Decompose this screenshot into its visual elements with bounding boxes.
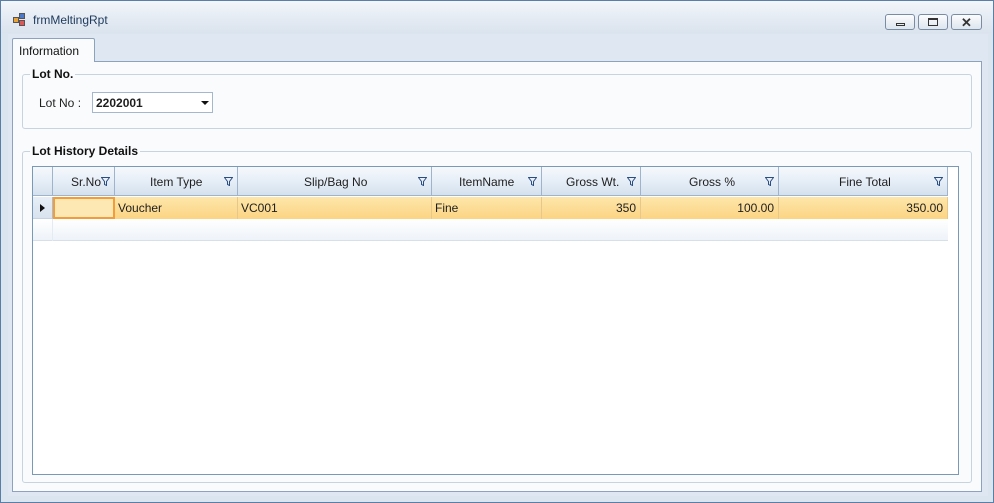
row-indicator-icon — [40, 204, 45, 212]
column-header-item-type[interactable]: Item Type — [115, 167, 238, 196]
melting-report-window: frmMeltingRpt ✕ Information Lot No. Lot … — [0, 0, 994, 503]
column-header-gross-wt[interactable]: Gross Wt. — [542, 167, 641, 196]
column-header-label: Gross % — [689, 175, 736, 189]
cell-gross-wt[interactable]: 350 — [542, 197, 641, 219]
filter-icon[interactable] — [934, 177, 943, 186]
cell-item-name[interactable]: Fine — [432, 197, 542, 219]
filter-icon[interactable] — [418, 177, 427, 186]
column-header-label: ItemName — [459, 175, 515, 189]
cell-sr-no[interactable] — [53, 197, 115, 219]
cell-gross-pct[interactable]: 100.00 — [641, 197, 779, 219]
close-icon: ✕ — [961, 14, 972, 30]
cell-fine-total[interactable]: 350.00 — [779, 197, 948, 219]
tab-information[interactable]: Information — [12, 38, 95, 62]
filter-icon[interactable] — [528, 177, 537, 186]
cell-text: 350.00 — [906, 201, 943, 215]
new-row-cells[interactable] — [53, 219, 948, 241]
minimize-icon — [895, 23, 905, 26]
cell-text: VC001 — [241, 201, 278, 215]
column-header-label: Fine Total — [839, 175, 891, 189]
close-button[interactable]: ✕ — [951, 14, 982, 30]
filter-icon[interactable] — [224, 177, 233, 186]
tab-information-label: Information — [19, 44, 80, 58]
lot-history-grid[interactable]: Sr.No Item Type Slip/Bag No ItemName Gro… — [32, 166, 959, 475]
grid-header-row: Sr.No Item Type Slip/Bag No ItemName Gro… — [33, 167, 948, 196]
lot-history-group-title: Lot History Details — [30, 144, 141, 158]
information-tab-page: Lot No. Lot No : 2202001 Lot History Det… — [12, 61, 982, 492]
dropdown-arrow-icon[interactable] — [201, 101, 209, 105]
new-row[interactable] — [33, 219, 948, 241]
row-indicator-header — [33, 167, 53, 196]
column-header-gross-pct[interactable]: Gross % — [641, 167, 779, 196]
filter-icon[interactable] — [627, 177, 636, 186]
filter-icon[interactable] — [101, 177, 110, 186]
filter-icon[interactable] — [765, 177, 774, 186]
maximize-button[interactable] — [918, 14, 948, 30]
title-bar: frmMeltingRpt ✕ — [1, 1, 993, 33]
cell-text: Voucher — [118, 201, 163, 215]
cell-item-type[interactable]: Voucher — [115, 197, 238, 219]
table-row[interactable]: Voucher VC001 Fine 350 100.00 350.00 — [33, 197, 948, 219]
column-header-sr-no[interactable]: Sr.No — [53, 167, 115, 196]
column-header-label: Item Type — [150, 175, 203, 189]
column-header-label: Gross Wt. — [566, 175, 620, 189]
column-header-item-name[interactable]: ItemName — [432, 167, 542, 196]
maximize-icon — [928, 18, 938, 26]
cell-text: 350 — [615, 201, 636, 215]
minimize-button[interactable] — [885, 14, 915, 30]
column-header-slip-bag-no[interactable]: Slip/Bag No — [238, 167, 432, 196]
new-row-indicator[interactable] — [33, 219, 53, 241]
lot-no-value: 2202001 — [96, 96, 143, 110]
column-header-label: Slip/Bag No — [304, 175, 368, 189]
lot-no-dropdown[interactable]: 2202001 — [92, 92, 213, 113]
cell-slip-bag-no[interactable]: VC001 — [238, 197, 432, 219]
cell-text: Fine — [435, 201, 459, 215]
lot-no-group-title: Lot No. — [30, 67, 76, 81]
lot-no-label: Lot No : — [39, 96, 82, 110]
cell-text: 100.00 — [737, 201, 774, 215]
lot-no-group: Lot No. Lot No : 2202001 — [22, 67, 972, 129]
column-header-label: Sr.No — [71, 175, 102, 189]
column-header-fine-total[interactable]: Fine Total — [779, 167, 948, 196]
row-indicator[interactable] — [33, 197, 53, 219]
form-client-area: Information Lot No. Lot No : 2202001 Lot… — [8, 34, 988, 496]
app-form-icon — [13, 13, 27, 27]
window-title: frmMeltingRpt — [33, 13, 108, 27]
